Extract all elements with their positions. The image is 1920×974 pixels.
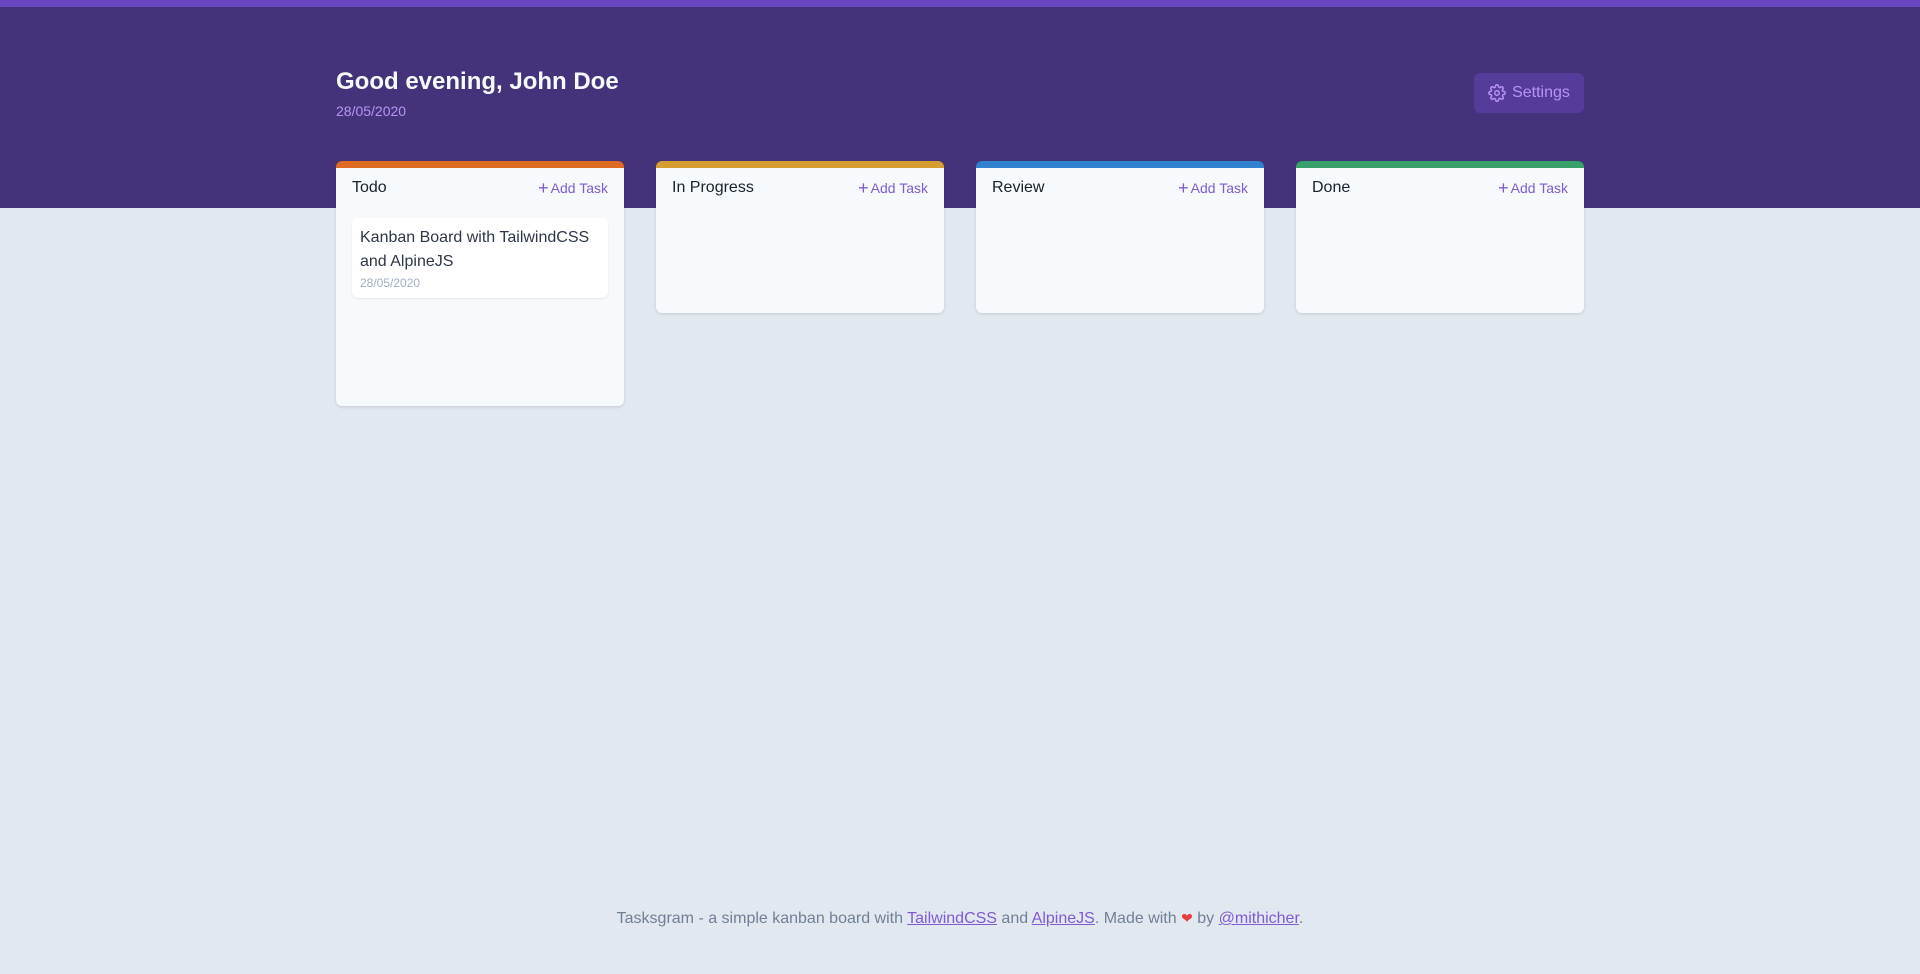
header-date: 28/05/2020 bbox=[336, 103, 407, 119]
column-title: In Progress bbox=[672, 179, 754, 196]
column-title: Todo bbox=[352, 179, 387, 196]
task-title: Kanban Board with TailwindCSS and Alpine… bbox=[360, 229, 590, 270]
add-task-button[interactable]: + Add Task bbox=[1178, 179, 1248, 197]
alpinejs-link[interactable]: AlpineJS bbox=[1032, 910, 1095, 927]
task-card[interactable]: Kanban Board with TailwindCSS and Alpine… bbox=[352, 218, 608, 298]
column-title: Review bbox=[992, 179, 1045, 196]
column-header: Review + Add Task bbox=[992, 168, 1248, 208]
column-review: Review + Add Task bbox=[976, 161, 1264, 313]
add-task-button[interactable]: + Add Task bbox=[858, 179, 928, 197]
column-done: Done + Add Task bbox=[1296, 161, 1584, 313]
add-task-button[interactable]: + Add Task bbox=[1498, 179, 1568, 197]
column-header: In Progress + Add Task bbox=[672, 168, 928, 208]
add-task-label: Add Task bbox=[1190, 180, 1248, 196]
plus-icon: + bbox=[1498, 178, 1509, 198]
plus-icon: + bbox=[1178, 178, 1189, 198]
settings-button[interactable]: Settings bbox=[1474, 73, 1584, 113]
column-in-progress: In Progress + Add Task bbox=[656, 161, 944, 313]
add-task-label: Add Task bbox=[870, 180, 928, 196]
footer: Tasksgram - a simple kanban board with T… bbox=[0, 910, 1920, 928]
add-task-button[interactable]: + Add Task bbox=[538, 179, 608, 197]
footer-text: by bbox=[1192, 910, 1219, 927]
add-task-label: Add Task bbox=[550, 180, 608, 196]
top-accent-stripe bbox=[0, 0, 1920, 7]
add-task-label: Add Task bbox=[1510, 180, 1568, 196]
kanban-board: Todo + Add Task Kanban Board with Tailwi… bbox=[336, 161, 1584, 406]
greeting-title: Good evening, John Doe bbox=[336, 68, 619, 95]
task-date: 28/05/2020 bbox=[360, 276, 421, 290]
settings-label: Settings bbox=[1512, 84, 1570, 101]
author-link[interactable]: @mithicher bbox=[1219, 910, 1299, 927]
tailwindcss-link[interactable]: TailwindCSS bbox=[907, 910, 997, 927]
footer-text: . Made with bbox=[1094, 910, 1182, 927]
column-header: Done + Add Task bbox=[1312, 168, 1568, 208]
footer-text: Tasksgram - a simple kanban board with bbox=[616, 910, 908, 927]
plus-icon: + bbox=[858, 178, 869, 198]
column-todo: Todo + Add Task Kanban Board with Tailwi… bbox=[336, 161, 624, 406]
heart-icon: ❤ bbox=[1181, 910, 1193, 926]
gear-icon bbox=[1488, 84, 1507, 102]
column-header: Todo + Add Task bbox=[352, 168, 608, 208]
footer-text: . bbox=[1298, 910, 1304, 927]
column-title: Done bbox=[1312, 179, 1351, 196]
plus-icon: + bbox=[538, 178, 549, 198]
footer-text: and bbox=[996, 910, 1032, 927]
